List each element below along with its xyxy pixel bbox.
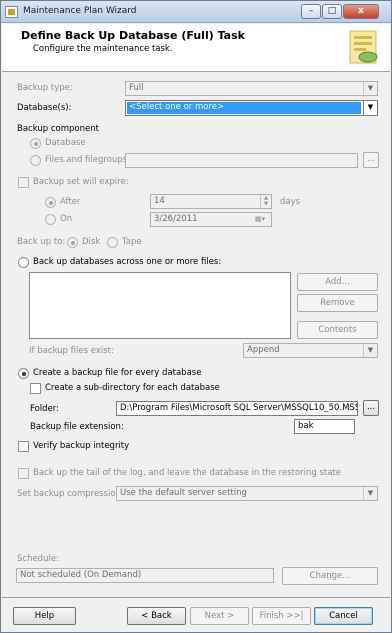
component-files-radio[interactable] [30,155,41,166]
if-exist-select[interactable]: Append ▼ [243,343,378,358]
expire-checkbox[interactable] [18,177,29,188]
backup-type-select[interactable]: Full ▼ [125,81,378,96]
wizard-graphic-icon [349,30,378,64]
calendar-icon: ▦▾ [254,215,266,223]
cancel-button[interactable]: Cancel [314,607,373,625]
chevron-down-icon: ▼ [363,344,377,357]
back-button[interactable]: < Back [127,607,186,625]
chevron-down-icon: ▼ [363,487,377,500]
subdirectory-checkbox[interactable] [30,383,41,394]
if-exist-value: Append [247,345,280,355]
verify-integrity-checkbox[interactable] [18,441,29,452]
extension-input[interactable]: bak [294,419,355,434]
subdirectory-label: Create a sub-directory for each database [45,383,220,393]
component-database-label: Database [45,138,86,148]
databases-value: <Select one or more> [127,102,361,114]
window-title: Maintenance Plan Wizard [23,6,137,16]
compression-select[interactable]: Use the default server setting ▼ [116,486,378,501]
minimize-button[interactable]: – [301,4,321,19]
backup-type-label: Backup type: [17,83,73,93]
backup-to-label: Back up to: [17,237,66,247]
schedule-value: Not scheduled (On Demand) [20,570,142,580]
days-label: days [280,197,301,207]
extension-label: Backup file extension: [30,422,124,432]
expire-label: Backup set will expire: [33,177,129,187]
backup-to-tape-label: Tape [122,237,142,247]
spinner-arrows-icon: ▲ ▼ [260,195,271,208]
expire-on-label: On [60,214,73,224]
help-button[interactable]: Help [13,607,76,625]
files-filegroups-field[interactable] [125,153,358,168]
verify-integrity-label: Verify backup integrity [33,441,130,451]
remove-file-button[interactable]: Remove [297,294,378,312]
folder-value: D:\Program Files\Microsoft SQL Server\MS… [120,403,358,413]
files-browse-button[interactable]: ... [363,152,379,168]
databases-label: Database(s): [17,103,72,113]
backup-to-disk-label: Disk [82,237,101,247]
if-exist-label: If backup files exist: [29,346,114,356]
file-per-database-radio[interactable] [18,368,29,379]
backup-files-list[interactable] [29,272,291,339]
folder-browse-button[interactable]: ... [363,400,379,416]
page-title: Define Back Up Database (Full) Task [21,29,245,42]
contents-button[interactable]: Contents [297,321,378,339]
file-per-database-label: Create a backup file for every database [33,368,202,378]
backup-to-disk-radio[interactable] [67,237,78,248]
chevron-down-icon: ▼ [363,101,377,115]
wizard-window: Maintenance Plan Wizard – □ x Define Bac… [0,0,392,633]
expire-days-spinner[interactable]: 14 ▲ ▼ [150,194,272,209]
schedule-field: Not scheduled (On Demand) [16,568,274,583]
schedule-label: Schedule: [17,554,59,564]
title-bar[interactable]: Maintenance Plan Wizard – □ x [1,1,391,23]
compression-value: Use the default server setting [120,488,247,498]
backup-to-tape-radio[interactable] [107,237,118,248]
folder-label: Folder: [30,404,59,414]
across-files-radio[interactable] [18,257,29,268]
add-file-button[interactable]: Add... [297,273,378,291]
maximize-button[interactable]: □ [322,4,342,19]
footer-divider [2,597,390,598]
page-subtitle: Configure the maintenance task. [33,44,173,54]
folder-input[interactable]: D:\Program Files\Microsoft SQL Server\MS… [116,401,358,416]
extension-value: bak [298,421,314,431]
tail-log-label: Back up the tail of the log, and leave t… [33,468,342,478]
app-icon [5,6,18,18]
next-button[interactable]: Next > [190,607,249,625]
component-files-label: Files and filegroups: [45,155,130,165]
tail-log-checkbox[interactable] [18,468,29,479]
expire-after-label: After [60,197,81,207]
expire-days-value: 14 [154,196,165,206]
expire-after-radio[interactable] [45,197,56,208]
expire-on-radio[interactable] [45,214,56,225]
close-button[interactable]: x [343,4,379,19]
backup-component-label: Backup component [17,124,99,134]
chevron-down-icon: ▼ [363,82,377,95]
component-database-radio[interactable] [30,138,41,149]
databases-select[interactable]: <Select one or more> ▼ [125,100,378,116]
across-files-label: Back up databases across one or more fil… [33,257,222,267]
backup-type-value: Full [129,83,144,93]
expire-date-picker[interactable]: 3/26/2011 ▦▾ [150,212,272,227]
wizard-header: Define Back Up Database (Full) Task Conf… [2,24,390,72]
change-schedule-button[interactable]: Change... [282,567,378,585]
compression-label: Set backup compression: [17,489,124,499]
expire-date-value: 3/26/2011 [154,214,198,224]
finish-button[interactable]: Finish >>| [252,607,311,625]
